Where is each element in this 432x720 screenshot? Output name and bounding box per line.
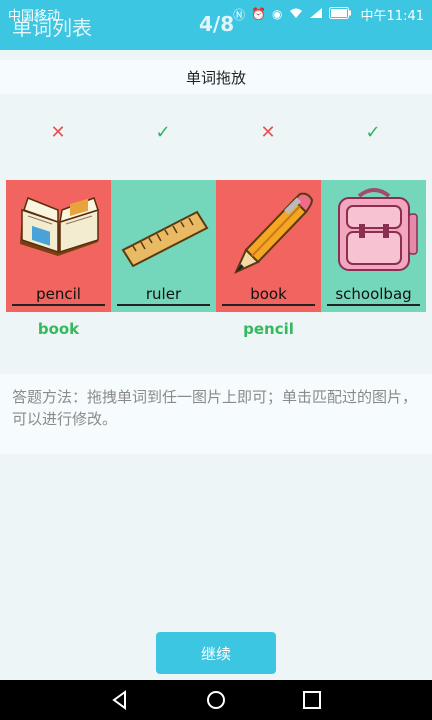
app-bar: 中国移动 Ⓝ ⏰ ◉ 中午11:41 单词列表 4/8 <box>0 0 432 50</box>
correct-mark-icon: ✓ <box>155 122 171 143</box>
word-slot: book <box>222 284 315 306</box>
image-cards: pencil ruler book schoolbag <box>6 180 426 312</box>
status-icons: Ⓝ ⏰ ◉ 中午11:41 <box>233 5 424 24</box>
correct-mark-icon: ✓ <box>365 122 381 143</box>
wifi-icon <box>289 7 303 22</box>
question-counter: 4/8 <box>199 12 235 36</box>
system-nav-bar <box>0 680 432 720</box>
word-slot: pencil <box>12 284 105 306</box>
book-icon <box>20 197 99 256</box>
pencil-icon <box>233 192 314 275</box>
home-icon[interactable] <box>206 690 226 710</box>
signal-icon <box>309 7 323 22</box>
correct-answer-label: book <box>37 320 80 338</box>
back-icon[interactable] <box>110 690 130 710</box>
word-slot: schoolbag <box>327 284 420 306</box>
image-card-ruler[interactable]: ruler <box>111 180 216 312</box>
word-slot: ruler <box>117 284 210 306</box>
image-card-book[interactable]: pencil <box>6 180 111 312</box>
correct-answer-label: pencil <box>243 320 294 338</box>
image-card-pencil[interactable]: book <box>216 180 321 312</box>
result-marks: ✕ ✓ ✕ ✓ <box>0 122 432 144</box>
alarm-icon: ⏰ <box>251 7 267 21</box>
nfc-icon: Ⓝ <box>233 7 246 22</box>
battery-icon <box>328 6 351 22</box>
clock: 中午11:41 <box>360 8 424 24</box>
continue-button[interactable]: 继续 <box>156 632 276 674</box>
schoolbag-icon <box>338 188 418 271</box>
page-title: 单词列表 <box>12 16 92 40</box>
wrong-mark-icon: ✕ <box>50 122 66 143</box>
instructions-text: 答题方法：拖拽单词到任一图片上即可；单击匹配过的图片，可以进行修改。 <box>0 374 432 454</box>
eye-icon: ◉ <box>272 7 283 21</box>
image-card-schoolbag[interactable]: schoolbag <box>321 180 426 312</box>
section-title: 单词拖放 <box>0 60 432 94</box>
recents-icon[interactable] <box>302 690 322 710</box>
ruler-icon <box>121 210 209 268</box>
wrong-mark-icon: ✕ <box>260 122 276 143</box>
